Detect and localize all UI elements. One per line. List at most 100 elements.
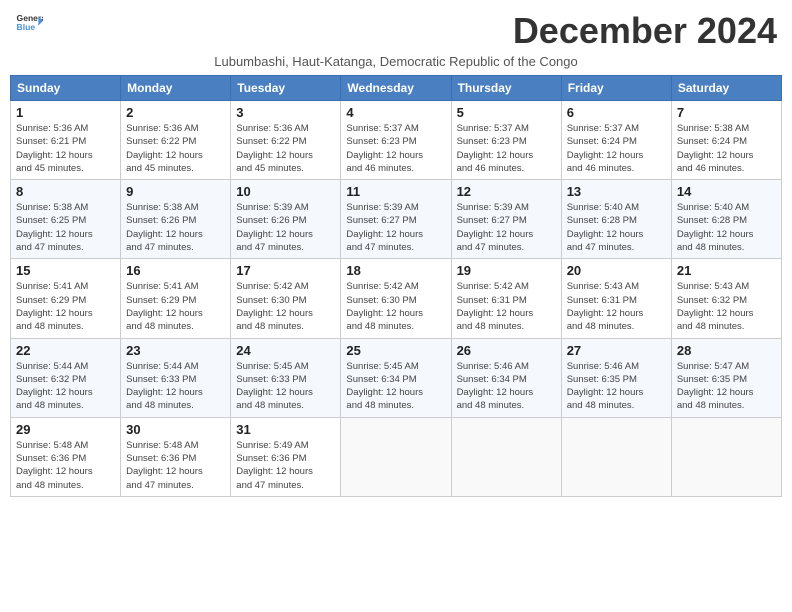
weekday-header-friday: Friday (561, 76, 671, 101)
day-number: 16 (126, 263, 225, 278)
day-info: Sunrise: 5:48 AM Sunset: 6:36 PM Dayligh… (126, 439, 225, 492)
day-info: Sunrise: 5:38 AM Sunset: 6:26 PM Dayligh… (126, 201, 225, 254)
month-title: December 2024 (513, 10, 777, 52)
calendar-cell: 2 Sunrise: 5:36 AM Sunset: 6:22 PM Daylig… (121, 101, 231, 180)
calendar-week-5: 29 Sunrise: 5:48 AM Sunset: 6:36 PM Dayli… (11, 417, 782, 496)
calendar-cell: 4 Sunrise: 5:37 AM Sunset: 6:23 PM Daylig… (341, 101, 451, 180)
day-number: 24 (236, 343, 335, 358)
weekday-header-row: SundayMondayTuesdayWednesdayThursdayFrid… (11, 76, 782, 101)
day-number: 14 (677, 184, 776, 199)
calendar-week-1: 1 Sunrise: 5:36 AM Sunset: 6:21 PM Daylig… (11, 101, 782, 180)
day-number: 31 (236, 422, 335, 437)
weekday-header-wednesday: Wednesday (341, 76, 451, 101)
day-info: Sunrise: 5:44 AM Sunset: 6:32 PM Dayligh… (16, 360, 115, 413)
calendar-subtitle: Lubumbashi, Haut-Katanga, Democratic Rep… (10, 54, 782, 69)
day-info: Sunrise: 5:39 AM Sunset: 6:27 PM Dayligh… (457, 201, 556, 254)
day-info: Sunrise: 5:38 AM Sunset: 6:24 PM Dayligh… (677, 122, 776, 175)
day-info: Sunrise: 5:45 AM Sunset: 6:33 PM Dayligh… (236, 360, 335, 413)
day-number: 18 (346, 263, 445, 278)
day-info: Sunrise: 5:37 AM Sunset: 6:24 PM Dayligh… (567, 122, 666, 175)
day-number: 23 (126, 343, 225, 358)
calendar-body: 1 Sunrise: 5:36 AM Sunset: 6:21 PM Daylig… (11, 101, 782, 497)
logo: General Blue (15, 10, 43, 38)
day-info: Sunrise: 5:42 AM Sunset: 6:30 PM Dayligh… (346, 280, 445, 333)
calendar-cell: 5 Sunrise: 5:37 AM Sunset: 6:23 PM Daylig… (451, 101, 561, 180)
day-number: 12 (457, 184, 556, 199)
day-number: 10 (236, 184, 335, 199)
day-info: Sunrise: 5:46 AM Sunset: 6:35 PM Dayligh… (567, 360, 666, 413)
calendar-cell: 21 Sunrise: 5:43 AM Sunset: 6:32 PM Dayli… (671, 259, 781, 338)
day-info: Sunrise: 5:38 AM Sunset: 6:25 PM Dayligh… (16, 201, 115, 254)
calendar-cell: 25Sunrise: 5:45 AM Sunset: 6:34 PM Dayli… (341, 338, 451, 417)
calendar-cell: 29Sunrise: 5:48 AM Sunset: 6:36 PM Dayli… (11, 417, 121, 496)
day-info: Sunrise: 5:42 AM Sunset: 6:30 PM Dayligh… (236, 280, 335, 333)
calendar-cell: 7 Sunrise: 5:38 AM Sunset: 6:24 PM Daylig… (671, 101, 781, 180)
day-info: Sunrise: 5:42 AM Sunset: 6:31 PM Dayligh… (457, 280, 556, 333)
calendar-cell: 16 Sunrise: 5:41 AM Sunset: 6:29 PM Dayli… (121, 259, 231, 338)
calendar-cell: 12 Sunrise: 5:39 AM Sunset: 6:27 PM Dayli… (451, 180, 561, 259)
day-number: 21 (677, 263, 776, 278)
day-number: 28 (677, 343, 776, 358)
day-info: Sunrise: 5:45 AM Sunset: 6:34 PM Dayligh… (346, 360, 445, 413)
day-info: Sunrise: 5:41 AM Sunset: 6:29 PM Dayligh… (126, 280, 225, 333)
day-info: Sunrise: 5:47 AM Sunset: 6:35 PM Dayligh… (677, 360, 776, 413)
calendar-cell: 15 Sunrise: 5:41 AM Sunset: 6:29 PM Dayli… (11, 259, 121, 338)
day-number: 30 (126, 422, 225, 437)
day-number: 17 (236, 263, 335, 278)
day-info: Sunrise: 5:37 AM Sunset: 6:23 PM Dayligh… (457, 122, 556, 175)
svg-text:Blue: Blue (17, 22, 36, 32)
day-number: 15 (16, 263, 115, 278)
calendar-week-2: 8 Sunrise: 5:38 AM Sunset: 6:25 PM Daylig… (11, 180, 782, 259)
calendar-cell: 23 Sunrise: 5:44 AM Sunset: 6:33 PM Dayli… (121, 338, 231, 417)
day-info: Sunrise: 5:36 AM Sunset: 6:22 PM Dayligh… (126, 122, 225, 175)
calendar-cell: 28 Sunrise: 5:47 AM Sunset: 6:35 PM Dayli… (671, 338, 781, 417)
day-number: 29 (16, 422, 115, 437)
calendar-cell: 20Sunrise: 5:43 AM Sunset: 6:31 PM Dayli… (561, 259, 671, 338)
day-number: 6 (567, 105, 666, 120)
day-number: 20 (567, 263, 666, 278)
weekday-header-sunday: Sunday (11, 76, 121, 101)
day-number: 4 (346, 105, 445, 120)
day-info: Sunrise: 5:36 AM Sunset: 6:21 PM Dayligh… (16, 122, 115, 175)
day-info: Sunrise: 5:39 AM Sunset: 6:27 PM Dayligh… (346, 201, 445, 254)
day-number: 5 (457, 105, 556, 120)
day-number: 1 (16, 105, 115, 120)
day-info: Sunrise: 5:37 AM Sunset: 6:23 PM Dayligh… (346, 122, 445, 175)
day-number: 22 (16, 343, 115, 358)
day-info: Sunrise: 5:39 AM Sunset: 6:26 PM Dayligh… (236, 201, 335, 254)
calendar-week-4: 22 Sunrise: 5:44 AM Sunset: 6:32 PM Dayli… (11, 338, 782, 417)
weekday-header-tuesday: Tuesday (231, 76, 341, 101)
calendar-cell: 22 Sunrise: 5:44 AM Sunset: 6:32 PM Dayli… (11, 338, 121, 417)
calendar-table: SundayMondayTuesdayWednesdayThursdayFrid… (10, 75, 782, 497)
calendar-cell: 30 Sunrise: 5:48 AM Sunset: 6:36 PM Dayli… (121, 417, 231, 496)
day-number: 7 (677, 105, 776, 120)
day-info: Sunrise: 5:41 AM Sunset: 6:29 PM Dayligh… (16, 280, 115, 333)
calendar-cell: 3Sunrise: 5:36 AM Sunset: 6:22 PM Daylig… (231, 101, 341, 180)
calendar-cell: 17 Sunrise: 5:42 AM Sunset: 6:30 PM Dayli… (231, 259, 341, 338)
calendar-cell: 6 Sunrise: 5:37 AM Sunset: 6:24 PM Daylig… (561, 101, 671, 180)
calendar-cell (341, 417, 451, 496)
calendar-cell: 31Sunrise: 5:49 AM Sunset: 6:36 PM Dayli… (231, 417, 341, 496)
calendar-cell: 13 Sunrise: 5:40 AM Sunset: 6:28 PM Dayli… (561, 180, 671, 259)
calendar-cell: 18 Sunrise: 5:42 AM Sunset: 6:30 PM Dayli… (341, 259, 451, 338)
page-header: General Blue December 2024 (10, 10, 782, 52)
calendar-cell: 10 Sunrise: 5:39 AM Sunset: 6:26 PM Dayli… (231, 180, 341, 259)
calendar-week-3: 15 Sunrise: 5:41 AM Sunset: 6:29 PM Dayli… (11, 259, 782, 338)
day-info: Sunrise: 5:44 AM Sunset: 6:33 PM Dayligh… (126, 360, 225, 413)
weekday-header-saturday: Saturday (671, 76, 781, 101)
calendar-cell: 14Sunrise: 5:40 AM Sunset: 6:28 PM Dayli… (671, 180, 781, 259)
calendar-cell: 26Sunrise: 5:46 AM Sunset: 6:34 PM Dayli… (451, 338, 561, 417)
day-number: 8 (16, 184, 115, 199)
day-number: 11 (346, 184, 445, 199)
day-number: 26 (457, 343, 556, 358)
day-info: Sunrise: 5:40 AM Sunset: 6:28 PM Dayligh… (567, 201, 666, 254)
calendar-cell: 9Sunrise: 5:38 AM Sunset: 6:26 PM Daylig… (121, 180, 231, 259)
day-number: 13 (567, 184, 666, 199)
day-number: 2 (126, 105, 225, 120)
calendar-cell: 19Sunrise: 5:42 AM Sunset: 6:31 PM Dayli… (451, 259, 561, 338)
calendar-cell: 11 Sunrise: 5:39 AM Sunset: 6:27 PM Dayli… (341, 180, 451, 259)
calendar-cell: 27Sunrise: 5:46 AM Sunset: 6:35 PM Dayli… (561, 338, 671, 417)
calendar-cell (451, 417, 561, 496)
day-info: Sunrise: 5:43 AM Sunset: 6:32 PM Dayligh… (677, 280, 776, 333)
calendar-cell (671, 417, 781, 496)
